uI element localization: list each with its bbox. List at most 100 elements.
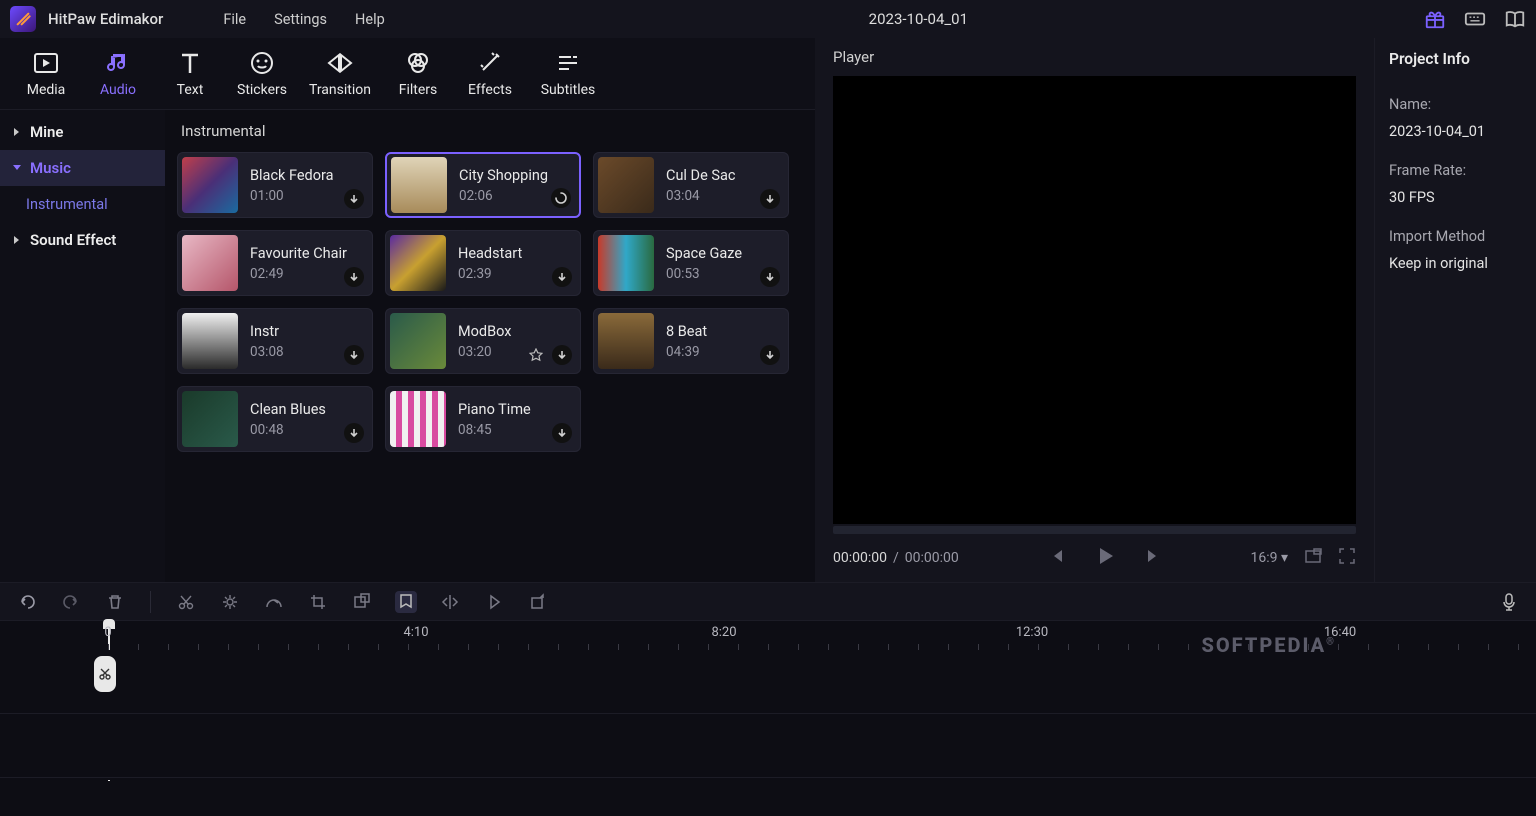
track-thumbnail <box>390 391 446 447</box>
track-title: Clean Blues <box>250 401 326 418</box>
track-title: City Shopping <box>459 167 548 184</box>
favorite-icon[interactable] <box>526 345 546 365</box>
adjust-icon[interactable] <box>219 591 241 613</box>
track-title: Space Gaze <box>666 245 742 262</box>
download-icon[interactable] <box>552 345 572 365</box>
track-card[interactable]: Piano Time08:45 <box>385 386 581 452</box>
track-card[interactable]: 8 Beat04:39 <box>593 308 789 374</box>
undo-icon[interactable] <box>16 591 38 613</box>
delete-icon[interactable] <box>104 591 126 613</box>
menu-file[interactable]: File <box>223 11 246 28</box>
ruler-label: 0 <box>104 625 111 640</box>
ruler-label: 16:40 <box>1324 625 1356 640</box>
play-button[interactable] <box>1094 545 1116 571</box>
tool-stickers[interactable]: Stickers <box>226 50 298 98</box>
crop-icon[interactable] <box>307 591 329 613</box>
marker-icon[interactable] <box>395 591 417 613</box>
detach-icon[interactable] <box>351 591 373 613</box>
keyboard-icon[interactable] <box>1464 8 1486 30</box>
download-icon[interactable] <box>760 267 780 287</box>
player-canvas[interactable] <box>833 76 1356 524</box>
track-duration: 08:45 <box>458 422 531 438</box>
next-frame-button[interactable] <box>1140 546 1160 570</box>
info-fps-label: Frame Rate: <box>1389 162 1522 179</box>
track-card[interactable]: Cul De Sac03:04 <box>593 152 789 218</box>
download-icon[interactable] <box>344 267 364 287</box>
tool-subtitles[interactable]: Subtitles <box>526 50 610 98</box>
redo-icon[interactable] <box>60 591 82 613</box>
track-thumbnail <box>390 313 446 369</box>
track-thumbnail <box>182 157 238 213</box>
track-title: Headstart <box>458 245 522 262</box>
ruler-label: 4:10 <box>403 625 428 640</box>
cut-icon[interactable] <box>175 591 197 613</box>
timeline-ruler[interactable]: 04:108:2012:3016:40 <box>0 620 1536 650</box>
info-import-label: Import Method <box>1389 228 1522 245</box>
clip-cut-handle[interactable] <box>94 656 116 692</box>
time-total: 00:00:00 <box>905 550 959 566</box>
stickers-icon <box>250 50 274 76</box>
prev-frame-button[interactable] <box>1050 546 1070 570</box>
menu-settings[interactable]: Settings <box>274 11 327 28</box>
rail-soundeffect[interactable]: Sound Effect <box>0 222 165 258</box>
filters-icon <box>406 50 430 76</box>
info-import-value: Keep in original <box>1389 255 1522 272</box>
voiceover-icon[interactable] <box>1498 591 1520 613</box>
subtitles-icon <box>556 50 580 76</box>
book-icon[interactable] <box>1504 8 1526 30</box>
track-card[interactable]: ModBox03:20 <box>385 308 581 374</box>
gift-icon[interactable] <box>1424 8 1446 30</box>
track-card[interactable]: Black Fedora 01:00 <box>177 152 373 218</box>
mirror-icon[interactable] <box>439 591 461 613</box>
tool-effects[interactable]: Effects <box>454 50 526 98</box>
track-row[interactable] <box>0 650 1536 714</box>
menu-help[interactable]: Help <box>355 11 385 28</box>
track-duration: 00:53 <box>666 266 742 282</box>
download-icon[interactable] <box>552 267 572 287</box>
rotate-icon[interactable] <box>483 591 505 613</box>
content-header: Instrumental <box>177 118 803 152</box>
loading-icon[interactable] <box>551 188 571 208</box>
player-scrubber[interactable] <box>833 526 1356 534</box>
rail-instrumental[interactable]: Instrumental <box>0 186 165 222</box>
fullscreen-icon[interactable] <box>1338 547 1356 569</box>
track-card[interactable]: Clean Blues00:48 <box>177 386 373 452</box>
tool-audio[interactable]: Audio <box>82 50 154 98</box>
track-card[interactable]: Headstart 02:39 <box>385 230 581 296</box>
tool-filters[interactable]: Filters <box>382 50 454 98</box>
track-title: Black Fedora <box>250 167 334 184</box>
track-card[interactable]: Favourite Chair02:49 <box>177 230 373 296</box>
track-duration: 02:39 <box>458 266 522 282</box>
track-card[interactable]: Space Gaze 00:53 <box>593 230 789 296</box>
download-icon[interactable] <box>760 345 780 365</box>
aspect-ratio[interactable]: 16:9 ▾ <box>1251 550 1289 566</box>
tool-text[interactable]: Text <box>154 50 226 98</box>
track-thumbnail <box>598 235 654 291</box>
track-card[interactable]: City Shopping 02:06 <box>385 152 581 218</box>
info-name-label: Name: <box>1389 96 1522 113</box>
download-icon[interactable] <box>344 345 364 365</box>
download-icon[interactable] <box>344 423 364 443</box>
timeline-tracks[interactable] <box>0 650 1536 780</box>
app-logo <box>10 6 36 32</box>
tool-media[interactable]: Media <box>10 50 82 98</box>
chevron-down-icon <box>12 163 22 173</box>
download-icon[interactable] <box>760 189 780 209</box>
track-thumbnail <box>182 391 238 447</box>
track-duration: 02:06 <box>459 188 548 204</box>
track-title: 8 Beat <box>666 323 707 340</box>
info-name-value: 2023-10-04_01 <box>1389 123 1522 140</box>
download-icon[interactable] <box>344 189 364 209</box>
tool-transition[interactable]: Transition <box>298 50 382 98</box>
speed-icon[interactable] <box>263 591 285 613</box>
freeze-icon[interactable] <box>527 591 549 613</box>
track-duration: 01:00 <box>250 188 334 204</box>
download-icon[interactable] <box>552 423 572 443</box>
rail-mine[interactable]: Mine <box>0 114 165 150</box>
track-row[interactable] <box>0 714 1536 778</box>
track-duration: 03:04 <box>666 188 735 204</box>
rail-music[interactable]: Music <box>0 150 165 186</box>
snapshot-icon[interactable] <box>1304 547 1322 569</box>
track-card[interactable]: Instr03:08 <box>177 308 373 374</box>
track-title: ModBox <box>458 323 511 340</box>
